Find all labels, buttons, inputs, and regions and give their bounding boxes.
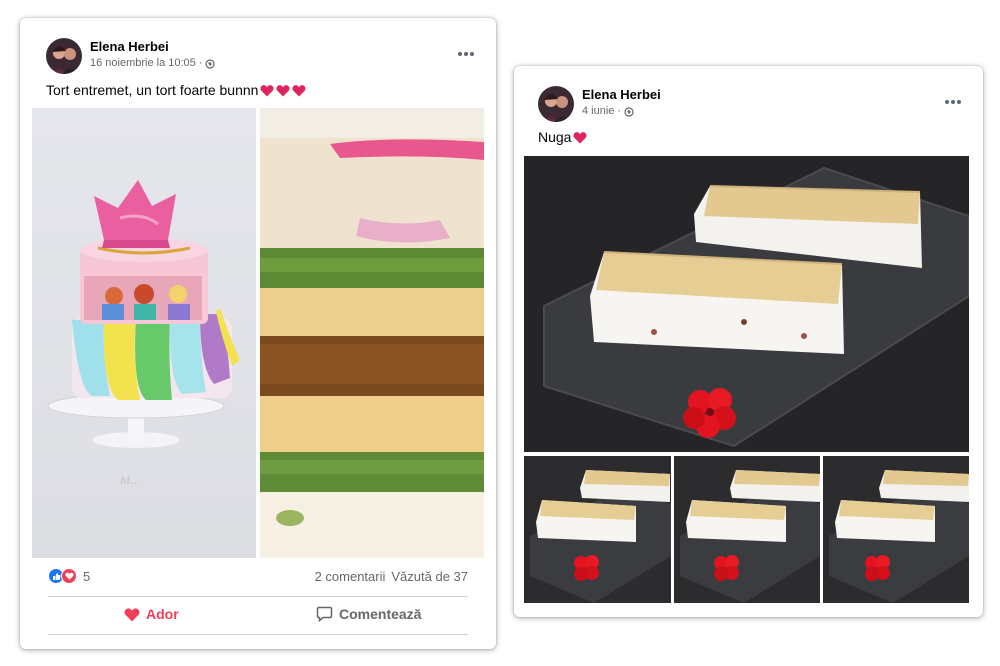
divider xyxy=(48,634,468,635)
photo-thumbnail-1[interactable] xyxy=(524,456,671,603)
avatar[interactable] xyxy=(538,86,574,122)
post-text: Tort entremet, un tort foarte bunnn xyxy=(46,82,306,98)
audience-icon xyxy=(205,58,216,69)
post-date-row: 4 iunie · xyxy=(582,104,661,119)
photo-thumbnail-3[interactable] xyxy=(823,456,969,603)
love-button[interactable]: Ador xyxy=(124,606,179,622)
post-meta: Elena Herbei 4 iunie · xyxy=(582,86,661,119)
comment-icon xyxy=(316,606,333,622)
post-text: Nuga xyxy=(538,129,587,145)
photo-princess-cake[interactable]: M... xyxy=(32,108,256,558)
photo-nougat-main[interactable] xyxy=(524,156,969,452)
heart-emoji-icon xyxy=(573,131,587,143)
post-date-row: 16 noiembrie la 10:05 · xyxy=(90,56,216,71)
heart-emoji-icon xyxy=(260,84,274,96)
love-reaction-icon xyxy=(61,568,77,584)
avatar[interactable] xyxy=(46,38,82,74)
comment-button-label: Comentează xyxy=(339,606,422,622)
post-header: Elena Herbei 16 noiembrie la 10:05 · xyxy=(46,38,216,74)
audience-icon xyxy=(624,106,634,117)
reaction-count: 5 xyxy=(83,568,91,584)
love-button-label: Ador xyxy=(146,606,179,622)
post-date[interactable]: 4 iunie xyxy=(582,104,614,119)
more-options-icon[interactable] xyxy=(452,44,480,64)
separator: · xyxy=(617,105,622,117)
photo-thumbnail-2[interactable] xyxy=(674,456,820,603)
post-stats: 2 comentarii Văzută de 37 xyxy=(315,569,468,584)
post-card-nougat: Elena Herbei 4 iunie · Nuga xyxy=(514,66,983,617)
heart-icon xyxy=(124,607,140,621)
comments-count-link[interactable]: 2 comentarii xyxy=(315,569,386,584)
comment-button[interactable]: Comentează xyxy=(316,606,421,622)
post-meta: Elena Herbei 16 noiembrie la 10:05 · xyxy=(90,38,216,71)
screenshot-collage: Elena Herbei 16 noiembrie la 10:05 · Tor… xyxy=(0,0,1000,666)
author-name[interactable]: Elena Herbei xyxy=(90,38,215,55)
post-header: Elena Herbei 4 iunie · xyxy=(538,86,661,122)
author-name[interactable]: Elena Herbei xyxy=(582,86,661,103)
separator: · xyxy=(198,57,203,69)
more-options-icon[interactable] xyxy=(939,92,967,112)
post-date[interactable]: 16 noiembrie la 10:05 xyxy=(90,56,196,71)
post-caption: Nuga xyxy=(538,129,572,145)
svg-text:M...: M... xyxy=(119,476,140,487)
divider xyxy=(48,596,468,597)
post-card-cake: Elena Herbei 16 noiembrie la 10:05 · Tor… xyxy=(20,18,496,649)
views-count: Văzută de 37 xyxy=(391,569,468,584)
heart-emoji-icon xyxy=(276,84,290,96)
reactions-summary[interactable]: 5 xyxy=(48,568,90,584)
post-caption: Tort entremet, un tort foarte bunnn xyxy=(46,82,259,98)
heart-emoji-icon xyxy=(292,84,306,96)
photo-cake-slice[interactable] xyxy=(260,108,484,558)
